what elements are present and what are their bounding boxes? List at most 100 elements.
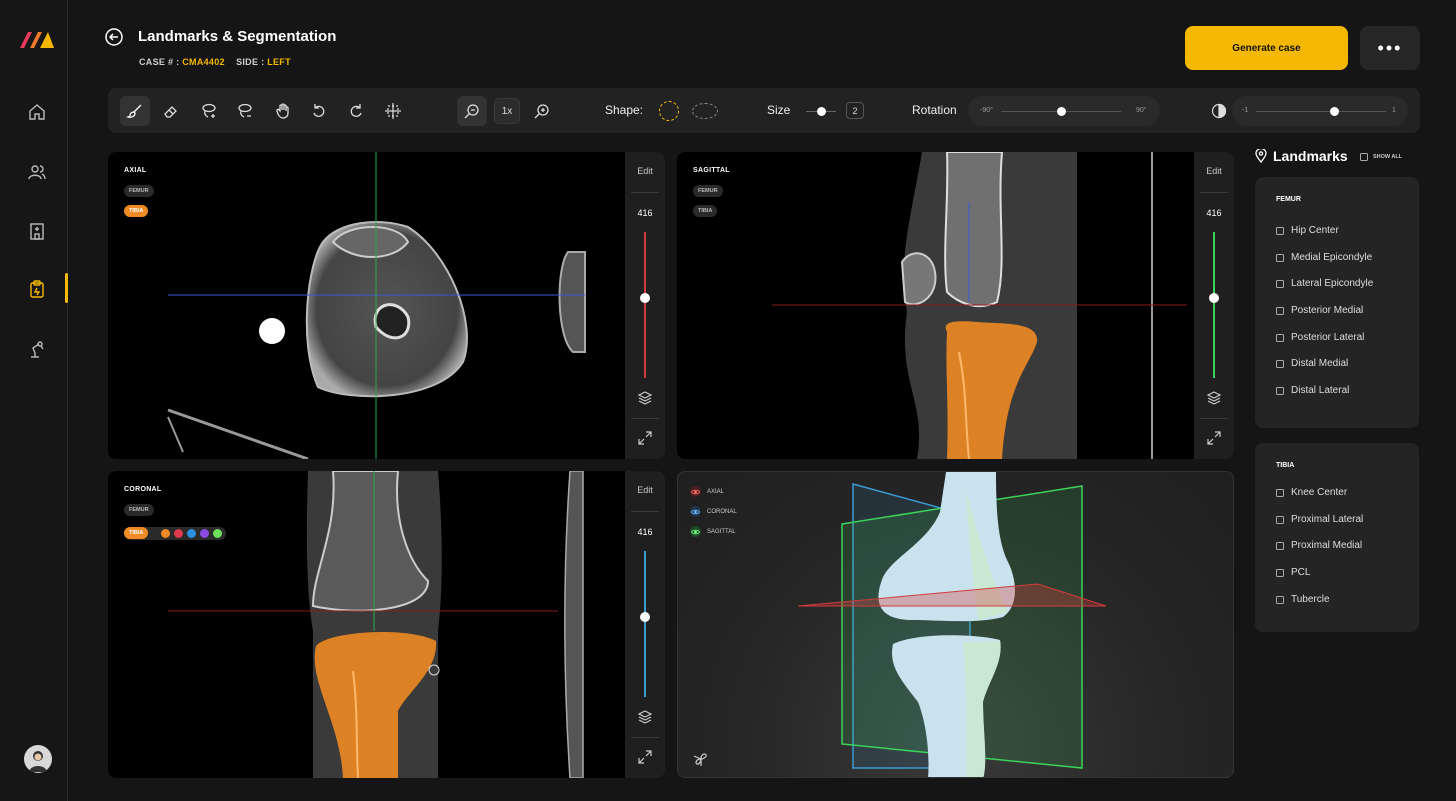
show-all-checkbox[interactable] [1360, 153, 1368, 161]
swatch-blue[interactable] [187, 529, 196, 538]
landmark-item[interactable]: Hip Center [1276, 225, 1339, 236]
landmark-checkbox[interactable] [1276, 333, 1284, 342]
case-meta: CASE # : CMA4402 SIDE : LEFT [139, 57, 291, 67]
shape-circle-option[interactable] [659, 101, 679, 121]
landmarks-header: Landmarks [1255, 148, 1348, 164]
coronal-slice-thumb[interactable] [640, 612, 650, 622]
tibia-title: TIBIA [1276, 462, 1295, 469]
sagittal-slice-thumb[interactable] [1209, 293, 1219, 303]
contrast-slider-thumb[interactable] [1329, 107, 1339, 116]
lasso-plus-icon [202, 103, 216, 118]
landmark-checkbox[interactable] [1276, 488, 1284, 497]
sagittal-tibia-chip[interactable]: TIBIA [693, 205, 718, 217]
zoom-out-button[interactable] [457, 96, 487, 126]
legend-coronal[interactable]: CORONAL [690, 506, 737, 517]
layers-icon[interactable] [637, 390, 653, 406]
robot-arm-icon [31, 341, 44, 358]
zoom-in-button[interactable] [527, 96, 557, 126]
sagittal-edit-button[interactable]: Edit [1194, 166, 1234, 176]
3d-viewport[interactable]: AXIAL CORONAL SAGITTAL [677, 471, 1234, 778]
eraser-tool[interactable] [156, 96, 186, 126]
landmark-item[interactable]: Medial Epicondyle [1276, 252, 1372, 263]
expand-icon[interactable] [637, 749, 653, 765]
landmark-checkbox[interactable] [1276, 359, 1284, 368]
zoom-in-icon [534, 104, 549, 119]
nav-robot[interactable] [24, 336, 50, 362]
more-options-button[interactable]: ••• [1360, 26, 1420, 70]
coronal-edit-button[interactable]: Edit [625, 485, 665, 495]
axial-viewport[interactable]: AXIAL FEMUR TIBIA Edit 416 [108, 152, 665, 459]
size-slider-thumb[interactable] [816, 107, 826, 116]
redo-button[interactable] [341, 96, 371, 126]
landmark-item[interactable]: Tubercle [1276, 594, 1330, 605]
sagittal-slice-slider[interactable] [1213, 232, 1215, 378]
nav-cases[interactable] [24, 276, 50, 302]
shape-ellipse-option[interactable] [692, 103, 718, 119]
swatch-red[interactable] [174, 529, 183, 538]
landmark-checkbox[interactable] [1276, 306, 1284, 315]
expand-icon[interactable] [1206, 430, 1222, 446]
landmark-checkbox[interactable] [1276, 568, 1284, 577]
rotate-3d-icon[interactable] [693, 751, 709, 767]
landmark-item[interactable]: Distal Lateral [1276, 385, 1349, 396]
landmark-checkbox[interactable] [1276, 595, 1284, 604]
contrast-button[interactable] [1204, 96, 1234, 126]
landmark-checkbox[interactable] [1276, 541, 1284, 550]
swatch-purple[interactable] [200, 529, 209, 538]
swatch-green[interactable] [213, 529, 222, 538]
nav-active-indicator [65, 273, 68, 303]
expand-icon[interactable] [637, 430, 653, 446]
swatch-orange[interactable] [161, 529, 170, 538]
axial-slice-thumb[interactable] [640, 293, 650, 303]
back-button[interactable] [104, 27, 124, 47]
show-all-toggle[interactable]: SHOW ALL [1360, 153, 1402, 161]
landmark-checkbox[interactable] [1276, 515, 1284, 524]
size-label: Size [767, 103, 791, 117]
nav-users[interactable] [24, 159, 50, 185]
rotation-slider-thumb[interactable] [1056, 107, 1066, 116]
lasso-add-tool[interactable] [194, 96, 224, 126]
tibia-landmarks-card: TIBIA Knee Center Proximal Lateral Proxi… [1255, 443, 1419, 632]
undo-button[interactable] [304, 96, 334, 126]
pan-tool[interactable] [268, 96, 298, 126]
user-avatar[interactable] [24, 745, 52, 773]
landmark-item[interactable]: PCL [1276, 567, 1310, 578]
brush-tool[interactable] [120, 96, 150, 126]
legend-sagittal[interactable]: SAGITTAL [690, 526, 736, 537]
coronal-femur-chip[interactable]: FEMUR [124, 504, 154, 516]
axial-edit-button[interactable]: Edit [625, 166, 665, 176]
contrast-slider-track[interactable] [1256, 111, 1386, 112]
landmark-item[interactable]: Distal Medial [1276, 358, 1348, 369]
landmark-item[interactable]: Knee Center [1276, 487, 1347, 498]
landmark-checkbox[interactable] [1276, 279, 1284, 288]
landmark-item[interactable]: Proximal Lateral [1276, 514, 1363, 525]
femur-landmarks-card: FEMUR Hip Center Medial Epicondyle Later… [1255, 177, 1419, 428]
landmark-label: Posterior Medial [1291, 305, 1364, 316]
sagittal-viewport[interactable]: SAGITTAL FEMUR TIBIA Edit 416 [677, 152, 1234, 459]
contrast-icon [1211, 103, 1227, 119]
landmark-item[interactable]: Posterior Lateral [1276, 332, 1364, 343]
legend-axial[interactable]: AXIAL [690, 486, 724, 497]
layers-icon[interactable] [637, 709, 653, 725]
landmark-checkbox[interactable] [1276, 253, 1284, 262]
coronal-slice-slider[interactable] [644, 551, 646, 697]
landmark-checkbox[interactable] [1276, 226, 1284, 235]
nav-hospital[interactable] [24, 218, 50, 244]
axial-tibia-chip[interactable]: TIBIA [124, 205, 149, 217]
crosshair-tool[interactable] [378, 96, 408, 126]
nav-home[interactable] [24, 99, 50, 125]
landmark-item[interactable]: Lateral Epicondyle [1276, 278, 1373, 289]
coronal-viewport[interactable]: CORONAL FEMUR TIBIA Edit 416 [108, 471, 665, 778]
generate-case-button[interactable]: Generate case [1185, 26, 1348, 70]
coronal-label: CORONAL [124, 486, 162, 493]
lasso-remove-tool[interactable] [230, 96, 260, 126]
layers-icon[interactable] [1206, 390, 1222, 406]
landmark-item[interactable]: Proximal Medial [1276, 540, 1362, 551]
axial-slice-slider[interactable] [644, 232, 646, 378]
case-number: CMA4402 [182, 57, 225, 67]
landmark-checkbox[interactable] [1276, 386, 1284, 395]
sagittal-femur-chip[interactable]: FEMUR [693, 185, 723, 197]
coronal-tibia-chip[interactable]: TIBIA [124, 527, 149, 539]
axial-femur-chip[interactable]: FEMUR [124, 185, 154, 197]
landmark-item[interactable]: Posterior Medial [1276, 305, 1363, 316]
